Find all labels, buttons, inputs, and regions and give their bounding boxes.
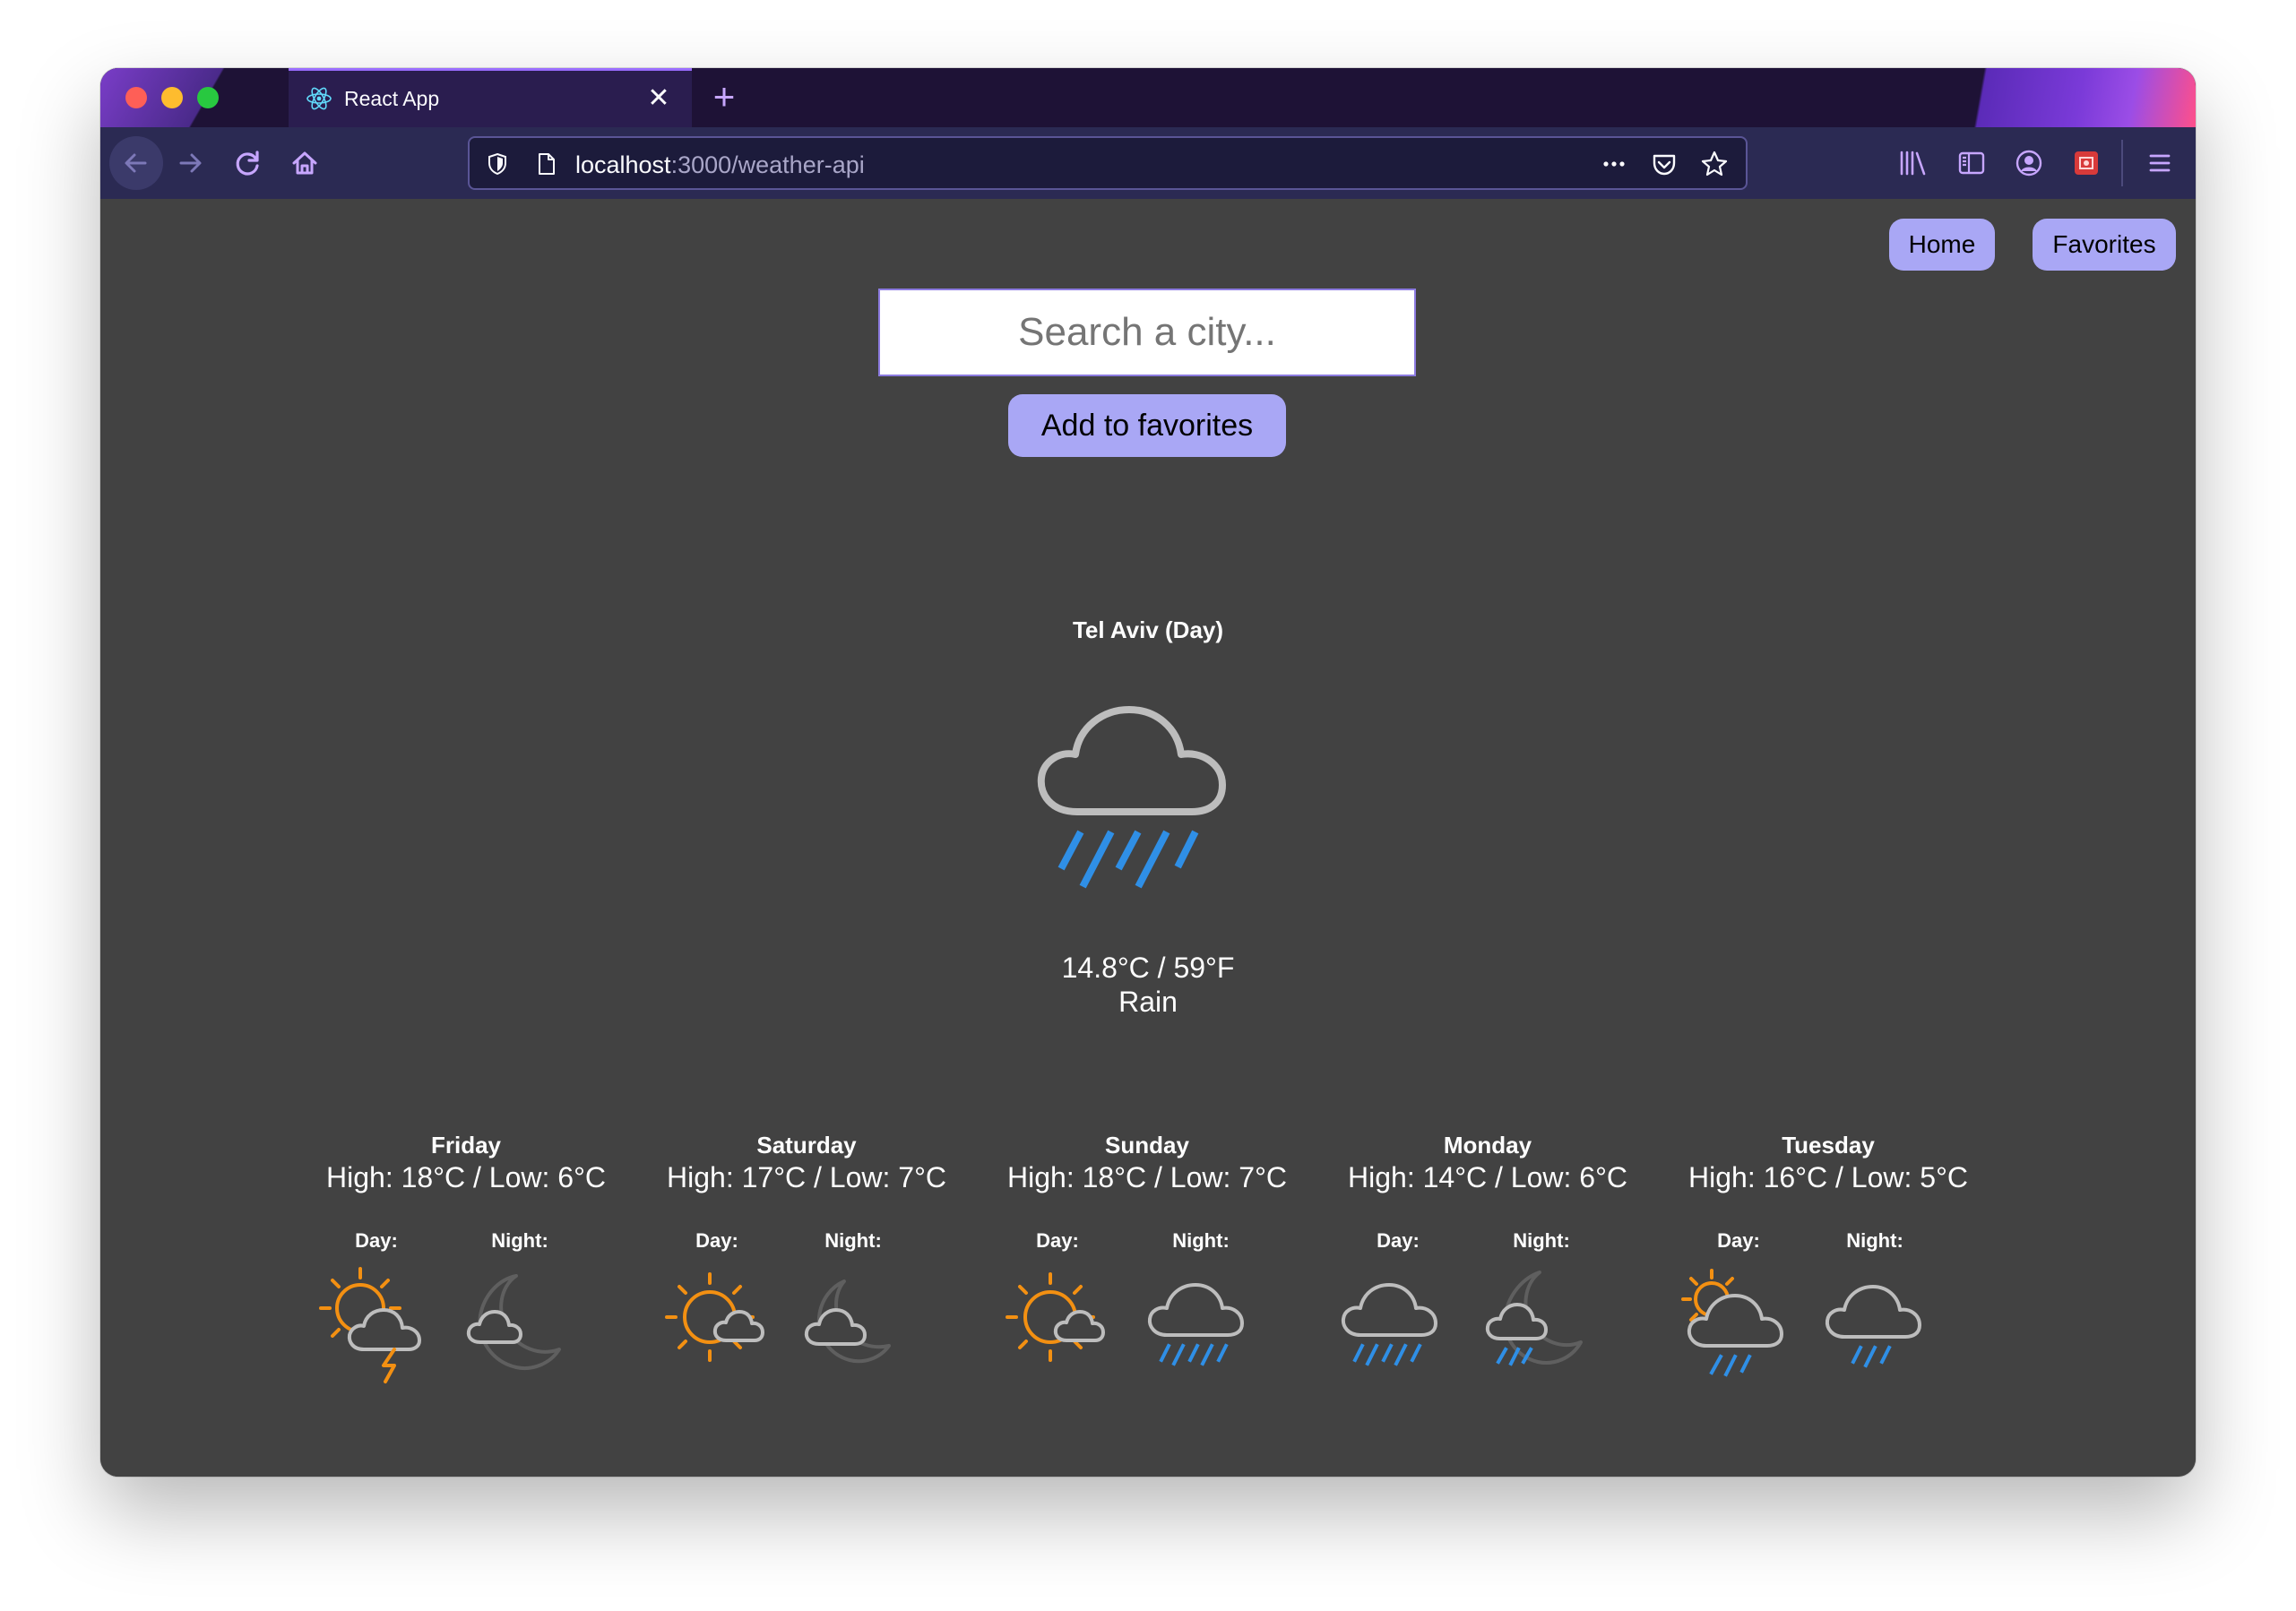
navigation-toolbar: localhost:3000/weather-api xyxy=(100,127,2196,199)
arrow-right-icon xyxy=(179,153,202,173)
toolbar-separator xyxy=(2121,140,2123,186)
browser-window: React App ✕ + localhost:3000/weather-api… xyxy=(100,68,2196,1477)
forecast-day-name: Sunday xyxy=(1105,1132,1189,1159)
forecast-day-name: Saturday xyxy=(756,1132,857,1159)
star-icon[interactable] xyxy=(1699,149,1730,179)
day-label: Day: xyxy=(1036,1229,1079,1252)
forecast-day: Sunday High: 18°C / Low: 7°C Day: Night: xyxy=(977,1131,1317,1366)
day-label: Day: xyxy=(1717,1229,1760,1252)
night-label: Night: xyxy=(824,1229,882,1252)
back-button[interactable] xyxy=(109,136,163,190)
tabstrip-decoration-right xyxy=(1936,68,2196,127)
url-text[interactable]: localhost:3000/weather-api xyxy=(575,151,865,179)
night-label: Night: xyxy=(1846,1229,1903,1252)
cloud-rain-icon xyxy=(1341,1283,1437,1366)
tab-title: React App xyxy=(344,87,440,110)
day-label: Day: xyxy=(1377,1229,1420,1252)
night-label: Night: xyxy=(1172,1229,1230,1252)
hamburger-menu-icon[interactable] xyxy=(2144,147,2176,179)
tab-react-app[interactable]: React App ✕ xyxy=(289,68,692,127)
forecast-high-low: High: 18°C / Low: 7°C xyxy=(1007,1161,1287,1193)
moon-cloud-rain-icon xyxy=(1485,1271,1583,1366)
home-button[interactable]: Home xyxy=(1889,219,1995,271)
reload-icon xyxy=(236,151,259,176)
minimize-window-button[interactable] xyxy=(161,87,183,108)
pocket-icon[interactable] xyxy=(1649,149,1679,179)
sidebar-icon[interactable] xyxy=(1955,147,1988,179)
forecast-high-low: High: 18°C / Low: 6°C xyxy=(326,1161,606,1193)
city-search-input[interactable] xyxy=(878,289,1416,376)
forecast-high-low: High: 17°C / Low: 7°C xyxy=(667,1161,946,1193)
react-logo-icon xyxy=(306,87,332,110)
reload-button[interactable] xyxy=(220,136,274,190)
house-icon xyxy=(292,151,317,175)
new-tab-button[interactable]: + xyxy=(706,78,742,116)
favorites-button[interactable]: Favorites xyxy=(2033,219,2176,271)
forecast-day-name: Friday xyxy=(430,1132,502,1159)
current-temperature: 14.8°C / 59°F xyxy=(1061,952,1235,984)
page-icon xyxy=(539,153,555,175)
moon-cloud-icon xyxy=(804,1279,891,1364)
account-icon[interactable] xyxy=(2013,147,2045,179)
library-icon[interactable] xyxy=(1896,147,1929,179)
sun-cloud-icon xyxy=(665,1272,764,1362)
add-to-favorites-button[interactable]: Add to favorites xyxy=(1008,394,1286,457)
forecast-day-name: Tuesday xyxy=(1782,1132,1875,1159)
forecast-day: Saturday High: 17°C / Low: 7°C Day: Nigh… xyxy=(636,1131,977,1364)
moon-cloud-icon xyxy=(466,1274,561,1370)
current-city-title: Tel Aviv (Day) xyxy=(1072,616,1224,643)
forecast-high-low: High: 14°C / Low: 6°C xyxy=(1348,1161,1627,1193)
cloud-rain-icon xyxy=(1147,1283,1244,1366)
arrow-left-icon xyxy=(125,153,147,173)
tab-strip: React App ✕ + xyxy=(100,68,2196,127)
forward-button[interactable] xyxy=(163,136,217,190)
more-actions-icon[interactable] xyxy=(1599,149,1629,179)
home-toolbar-button[interactable] xyxy=(278,136,332,190)
night-label: Night: xyxy=(1513,1229,1570,1252)
current-condition: Rain xyxy=(1118,986,1178,1018)
forecast-day: Friday High: 18°C / Low: 6°C Day: Night: xyxy=(296,1131,636,1383)
extension-icon[interactable] xyxy=(2070,147,2102,179)
night-label: Night: xyxy=(491,1229,548,1252)
forecast-day: Tuesday High: 16°C / Low: 5°C Day: Night… xyxy=(1658,1131,1998,1377)
forecast-high-low: High: 16°C / Low: 5°C xyxy=(1688,1161,1968,1193)
forecast-day: Monday High: 14°C / Low: 6°C Day: Night: xyxy=(1317,1131,1658,1366)
forecast-day-name: Monday xyxy=(1443,1132,1532,1159)
url-path: :3000/weather-api xyxy=(670,151,865,178)
day-label: Day: xyxy=(355,1229,398,1252)
weather-app: Home Favorites Add to favorites Tel Aviv… xyxy=(100,199,2196,1477)
close-window-button[interactable] xyxy=(125,87,147,108)
day-label: Day: xyxy=(695,1229,738,1252)
cloud-rain-icon xyxy=(1825,1285,1921,1368)
sun-cloud-lightning-icon xyxy=(319,1267,421,1383)
sun-cloud-rain-icon xyxy=(1681,1269,1783,1377)
sun-cloud-icon xyxy=(1006,1272,1105,1362)
cloud-rain-icon xyxy=(1037,706,1226,889)
zoom-window-button[interactable] xyxy=(197,87,219,108)
url-host: localhost xyxy=(575,151,671,178)
close-tab-icon[interactable]: ✕ xyxy=(645,85,672,112)
shield-icon[interactable] xyxy=(484,151,511,177)
address-bar[interactable]: localhost:3000/weather-api xyxy=(468,136,1748,190)
